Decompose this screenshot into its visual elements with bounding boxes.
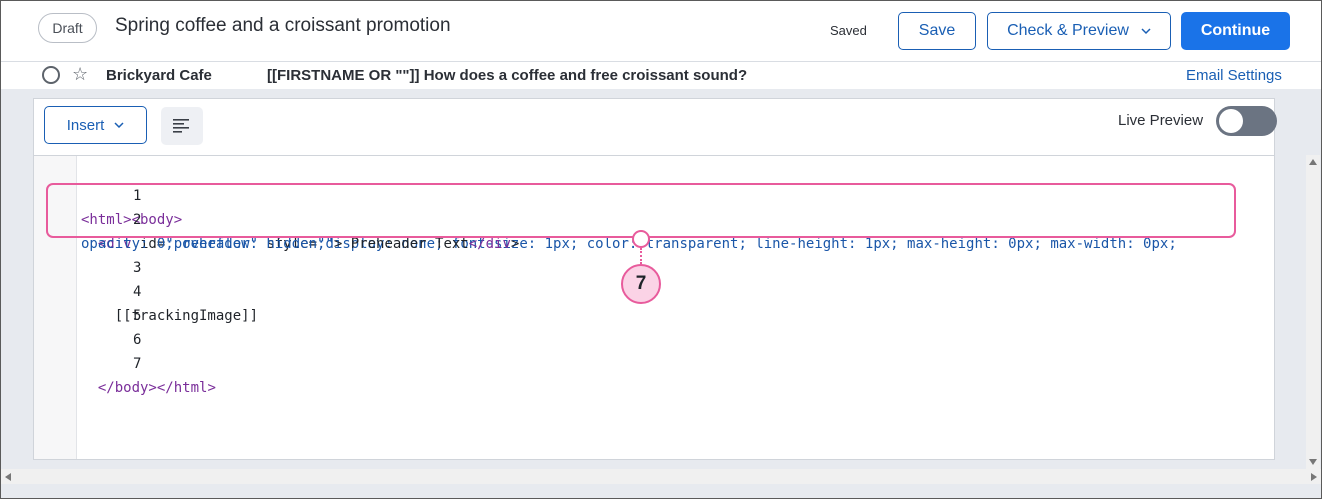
check-preview-button[interactable]: Check & Preview xyxy=(987,12,1171,50)
insert-button[interactable]: Insert xyxy=(44,106,147,144)
line-number: 3 xyxy=(133,260,142,276)
subject-line: [[FIRSTNAME OR ""]] How does a coffee an… xyxy=(267,67,748,84)
status-badge: Draft xyxy=(38,13,97,43)
code-token: opacity: 0; overflow: hidden;" xyxy=(81,236,334,252)
code-line: 1 <html><body> xyxy=(34,160,182,228)
code-token: > xyxy=(510,236,520,252)
code-line: 7 </body></html> xyxy=(34,328,216,396)
line-number: 6 xyxy=(133,332,142,348)
save-button-label: Save xyxy=(918,22,956,39)
check-preview-label: Check & Preview xyxy=(1007,22,1129,39)
editor-toolbar: Insert Live Preview xyxy=(34,99,1277,156)
star-icon[interactable]: ☆ xyxy=(72,63,88,85)
code-token: > Preheader Text xyxy=(333,236,469,252)
format-align-button[interactable] xyxy=(161,107,203,145)
save-status: Saved xyxy=(830,23,867,38)
page-title[interactable]: Spring coffee and a croissant promotion xyxy=(115,15,451,37)
highlight-connector xyxy=(640,248,642,264)
scroll-up-icon[interactable] xyxy=(1309,159,1317,165)
email-info-bar: ☆ Brickyard Cafe [[FIRSTNAME OR ""]] How… xyxy=(1,61,1321,89)
code-line: 5 xyxy=(34,280,141,324)
continue-button[interactable]: Continue xyxy=(1181,12,1290,50)
line-number: 7 xyxy=(133,356,142,372)
editor-workarea: Insert Live Preview 1 <html><body> 2 <di… xyxy=(1,89,1321,469)
code-line: 6 xyxy=(34,304,141,348)
save-button[interactable]: Save xyxy=(898,12,976,50)
scroll-down-icon[interactable] xyxy=(1309,459,1317,465)
live-preview-label: Live Preview xyxy=(1118,112,1204,129)
insert-label: Insert xyxy=(66,116,105,134)
chevron-down-icon xyxy=(114,122,124,129)
highlight-anchor-dot xyxy=(632,230,650,248)
code-line: 4 [[trackingImage]] xyxy=(34,256,258,324)
scroll-right-icon[interactable] xyxy=(1311,473,1317,481)
align-left-icon xyxy=(173,119,189,133)
email-settings-link[interactable]: Email Settings xyxy=(1186,67,1282,84)
step-number-badge: 7 xyxy=(621,264,661,304)
select-radio[interactable] xyxy=(42,66,60,84)
line-number: 5 xyxy=(133,308,142,324)
code-token: </html> xyxy=(156,380,216,396)
line-number: 4 xyxy=(133,284,142,300)
continue-label: Continue xyxy=(1200,22,1271,39)
scroll-left-icon[interactable] xyxy=(5,473,11,481)
top-header: Draft Spring coffee and a croissant prom… xyxy=(1,1,1321,61)
code-token: </body> xyxy=(97,380,157,396)
bottom-strip xyxy=(1,484,1321,498)
vertical-scrollbar[interactable] xyxy=(1306,155,1320,469)
live-preview-toggle[interactable] xyxy=(1216,106,1277,136)
toggle-knob xyxy=(1219,109,1243,133)
code-token: </div xyxy=(468,236,511,252)
sender-name: Brickyard Cafe xyxy=(106,67,212,84)
horizontal-scrollbar[interactable] xyxy=(1,469,1321,484)
chevron-down-icon xyxy=(1141,28,1151,35)
